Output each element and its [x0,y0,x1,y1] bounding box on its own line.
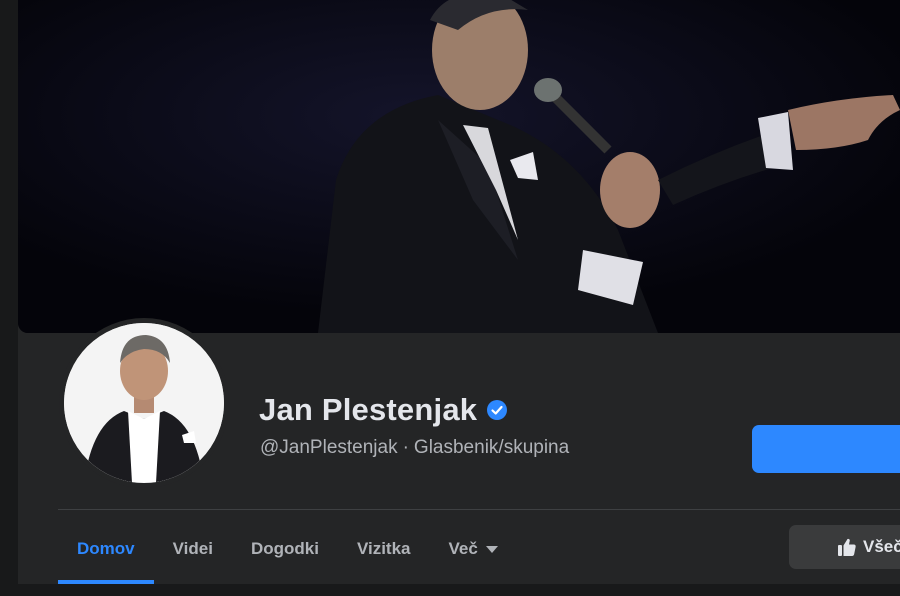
tab-domov[interactable]: Domov [58,520,154,584]
cover-photo[interactable] [18,0,900,333]
verified-badge-icon [487,400,508,420]
profile-tabs: Domov Videi Dogodki Vizitka Več [58,520,517,584]
tab-vizitka[interactable]: Vizitka [338,520,430,578]
profile-name-row: Jan Plestenjak [259,392,508,428]
like-button[interactable]: Všeč [789,525,900,569]
profile-handle: @JanPlestenjak [260,437,398,458]
thumbs-up-icon [838,538,856,556]
caret-down-icon [485,545,498,553]
tab-label: Vizitka [356,539,411,558]
profile-name: Jan Plestenjak [259,392,478,427]
profile-subtitle: @JanPlestenjak · Glasbenik/skupina [260,437,569,459]
like-button-label: Všeč [863,537,900,556]
left-gutter [0,0,18,596]
tab-dogodki[interactable]: Dogodki [232,520,338,578]
bottom-strip [0,584,900,596]
primary-action-button[interactable] [752,425,900,473]
header-divider [58,509,900,510]
tab-vec[interactable]: Več [430,520,517,578]
tab-label: Videi [172,539,213,558]
cover-photo-illustration [18,0,900,333]
avatar-portrait [64,323,224,483]
tab-videi[interactable]: Videi [154,520,232,578]
tab-label: Domov [77,539,135,558]
subtitle-separator: · [402,437,409,458]
profile-avatar[interactable] [64,323,224,483]
tab-label: Dogodki [250,539,319,558]
tab-label: Več [448,539,478,558]
profile-category[interactable]: Glasbenik/skupina [414,437,569,458]
